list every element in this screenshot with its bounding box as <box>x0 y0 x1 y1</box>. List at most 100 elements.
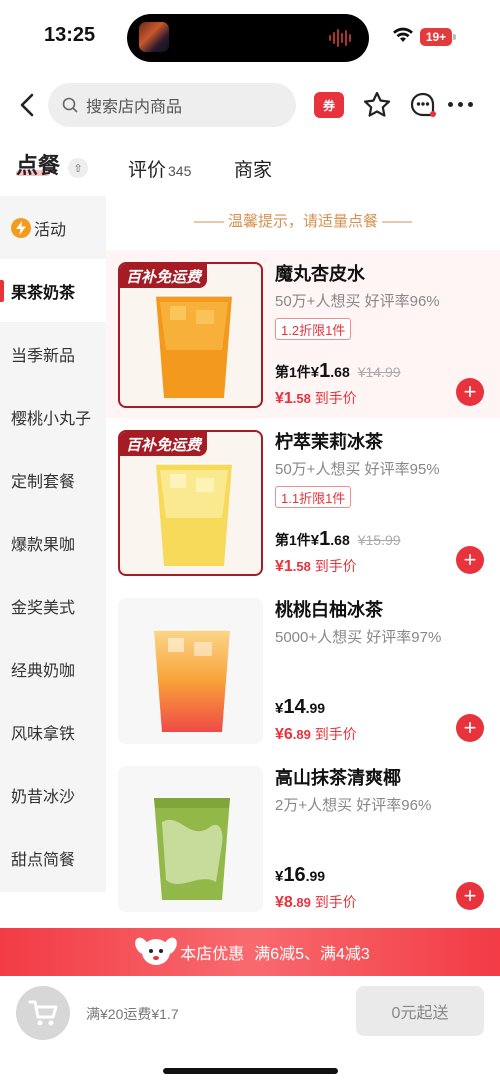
shopping-cart-icon[interactable] <box>16 986 70 1040</box>
product-name: 高山抹茶清爽椰 <box>275 768 401 788</box>
matcha-coconut-drink-image <box>154 798 230 900</box>
peach-grapefruit-drink-image <box>154 629 230 732</box>
final-price-label: 到手价 <box>310 894 357 910</box>
product-image[interactable] <box>118 598 263 744</box>
dynamic-island[interactable] <box>127 14 369 62</box>
final-price-int: ¥1 <box>275 558 293 575</box>
yellow-drink-image <box>156 463 232 566</box>
sidebar-item-fruit-milk-tea[interactable]: 果茶奶茶 <box>0 259 106 322</box>
sidebar-item-activity[interactable]: 活动 <box>0 196 106 259</box>
price-int: 16 <box>283 864 306 886</box>
product-name: 魔丸杏皮水 <box>275 264 365 284</box>
store-promo-banner[interactable]: 本店优惠 满6减5、满4减3 <box>0 928 500 976</box>
mascot-dog-icon <box>135 937 177 965</box>
product-card[interactable]: 桃桃白柚冰茶 5000+人想买 好评率97% ¥14.99 ¥6.89 到手价 … <box>106 586 500 754</box>
delivery-fee: 满¥20运费¥1.7 <box>86 1006 179 1022</box>
back-arrow-icon[interactable] <box>14 90 42 120</box>
final-price-row: ¥6.89 到手价 <box>275 724 357 744</box>
product-stats: 50万+人想买 好评率95% <box>275 461 440 478</box>
sidebar-item-latte[interactable]: 风味拿铁 <box>0 700 106 763</box>
final-price-dec: .89 <box>292 727 311 742</box>
customer-service-icon[interactable] <box>408 90 438 120</box>
product-name: 柠萃茉莉冰茶 <box>275 432 383 452</box>
add-to-cart-button[interactable]: + <box>456 546 484 574</box>
price-int: 1 <box>319 528 331 550</box>
discount-tag: 1.2折限1件 <box>275 318 352 340</box>
final-price-int: ¥6 <box>275 726 293 743</box>
price-dec: .99 <box>305 868 326 884</box>
sidebar-item-label: 活动 <box>34 221 67 239</box>
promo-label: 本店优惠 <box>180 946 245 963</box>
final-price-label: 到手价 <box>310 726 357 742</box>
product-image[interactable] <box>118 766 263 912</box>
orange-drink-image <box>156 295 232 398</box>
category-sidebar: 活动 果茶奶茶 当季新品 樱桃小丸子 定制套餐 爆款果咖 金奖美式 经典奶咖 风… <box>0 196 106 892</box>
tab-merchant[interactable]: 商家 <box>234 155 272 182</box>
search-icon <box>62 97 78 113</box>
currency: ¥ <box>310 532 320 549</box>
free-delivery-badge: 百补免运费 <box>120 264 208 288</box>
store-tabs: 点餐 ⇧ 评价 345 商家 <box>0 148 500 188</box>
price-dec: .68 <box>330 364 350 380</box>
search-input[interactable]: 搜索店内商品 <box>48 83 296 127</box>
lightning-icon <box>11 217 31 238</box>
final-price-row: ¥1.58 到手价 <box>275 388 357 408</box>
product-card[interactable]: 高山抹茶清爽椰 2万+人想买 好评率96% ¥16.99 ¥8.89 到手价 + <box>106 754 500 922</box>
tab-review[interactable]: 评价 345 <box>128 155 191 182</box>
price-row: ¥16.99 <box>275 864 325 887</box>
more-options-icon[interactable] <box>448 102 473 107</box>
price-dec: .99 <box>305 700 326 716</box>
currency: ¥ <box>310 364 320 381</box>
product-stats: 2万+人想买 好评率96% <box>275 797 432 814</box>
final-price-int: ¥8 <box>275 894 293 911</box>
final-price-row: ¥8.89 到手价 <box>275 892 357 912</box>
wifi-icon <box>393 27 413 42</box>
final-price-label: 到手价 <box>310 558 357 574</box>
battery-indicator: 19+ <box>420 28 456 46</box>
status-bar: 13:25 19+ <box>0 0 500 72</box>
product-card[interactable]: 百补免运费 魔丸杏皮水 50万+人想买 好评率96% 1.2折限1件 第1件¥1… <box>106 250 500 418</box>
search-placeholder: 搜索店内商品 <box>86 99 183 116</box>
sidebar-item-fruit-coffee[interactable]: 爆款果咖 <box>0 511 106 574</box>
product-name: 桃桃白柚冰茶 <box>275 600 383 620</box>
price-int: 14 <box>283 696 306 718</box>
favorite-star-icon[interactable] <box>362 90 392 120</box>
product-image[interactable]: 百补免运费 <box>118 262 263 408</box>
sidebar-item-chibi-maruko[interactable]: 樱桃小丸子 <box>0 385 106 448</box>
price-int: 1 <box>319 360 331 382</box>
sidebar-item-seasonal[interactable]: 当季新品 <box>0 322 106 385</box>
tab-order[interactable]: 点餐 <box>16 148 60 180</box>
first-item-label: 第1件 <box>275 532 311 548</box>
price-row: 第1件¥1.68 ¥15.99 <box>275 528 401 551</box>
product-stats: 5000+人想买 好评率97% <box>275 629 442 646</box>
product-stats: 50万+人想买 好评率96% <box>275 293 440 310</box>
price-row: ¥14.99 <box>275 696 325 719</box>
clock: 13:25 <box>44 24 96 46</box>
notice-tip: —— 温馨提示，请适量点餐 —— <box>193 213 413 230</box>
discount-tag: 1.1折限1件 <box>275 486 352 508</box>
add-to-cart-button[interactable]: + <box>456 714 484 742</box>
price-dec: .68 <box>330 532 350 548</box>
sidebar-item-custom-set[interactable]: 定制套餐 <box>0 448 106 511</box>
product-card[interactable]: 百补免运费 柠萃茉莉冰茶 50万+人想买 好评率95% 1.1折限1件 第1件¥… <box>106 418 500 586</box>
original-price: ¥14.99 <box>357 364 401 380</box>
product-list: —— 温馨提示，请适量点餐 —— 百补免运费 魔丸杏皮水 50万+人想买 好评率… <box>106 196 500 926</box>
home-indicator[interactable] <box>163 1068 338 1074</box>
sidebar-item-smoothie[interactable]: 奶昔冰沙 <box>0 763 106 826</box>
sidebar-item-milk-coffee[interactable]: 经典奶咖 <box>0 637 106 700</box>
promo-offers: 满6减5、满4减3 <box>254 946 370 963</box>
sort-icon[interactable]: ⇧ <box>68 158 88 178</box>
add-to-cart-button[interactable]: + <box>456 378 484 406</box>
tab-review-label: 评价 <box>128 160 167 181</box>
coupon-icon[interactable]: 券 <box>314 92 344 118</box>
sidebar-item-americano[interactable]: 金奖美式 <box>0 574 106 637</box>
review-count: 345 <box>168 163 192 179</box>
add-to-cart-button[interactable]: + <box>456 882 484 910</box>
cart-bar: 满¥20运费¥1.7 0元起送 <box>0 976 500 1084</box>
final-price-int: ¥1 <box>275 390 293 407</box>
store-header: 搜索店内商品 券 <box>0 80 500 130</box>
product-image[interactable]: 百补免运费 <box>118 430 263 576</box>
checkout-button[interactable]: 0元起送 <box>356 986 484 1036</box>
sidebar-item-dessert[interactable]: 甜点简餐 <box>0 826 106 889</box>
final-price-label: 到手价 <box>310 390 357 406</box>
